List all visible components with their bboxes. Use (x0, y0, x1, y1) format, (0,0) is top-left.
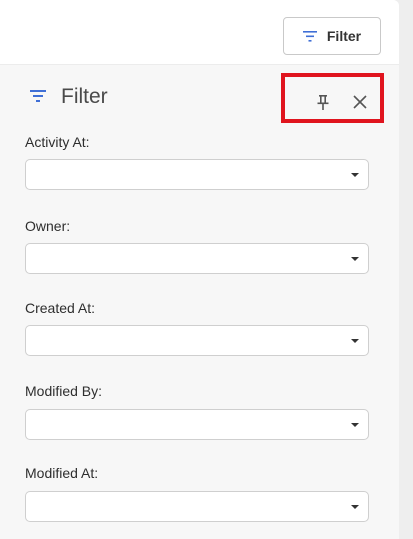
pin-icon[interactable] (316, 94, 330, 112)
filter-panel-header: Filter (0, 65, 399, 129)
filter-lines-icon (302, 30, 317, 42)
close-icon[interactable] (353, 95, 367, 109)
filter-button-label: Filter (326, 28, 362, 44)
caret-down-icon (351, 423, 359, 427)
caret-down-icon (351, 173, 359, 177)
modified-at-select[interactable] (25, 491, 369, 522)
created-at-label: Created At: (25, 300, 96, 316)
caret-down-icon (351, 257, 359, 261)
created-at-select[interactable] (25, 325, 369, 356)
filter-window: Filter Filter Activity At: Owner: Create… (0, 0, 399, 539)
owner-label: Owner: (25, 218, 71, 234)
filter-panel: Filter Activity At: Owner: Created At: M… (0, 65, 399, 539)
filter-toggle-button[interactable]: Filter (283, 17, 381, 55)
caret-down-icon (351, 505, 359, 509)
panel-title: Filter (61, 85, 108, 108)
header-actions-highlight (281, 73, 384, 123)
top-toolbar: Filter (0, 0, 399, 65)
owner-select[interactable] (25, 243, 369, 274)
activity-at-label: Activity At: (25, 134, 90, 150)
modified-by-select[interactable] (25, 409, 369, 440)
modified-by-label: Modified By: (25, 383, 103, 399)
activity-at-select[interactable] (25, 159, 369, 190)
filter-lines-icon (30, 89, 46, 107)
modified-at-label: Modified At: (25, 465, 99, 481)
caret-down-icon (351, 339, 359, 343)
